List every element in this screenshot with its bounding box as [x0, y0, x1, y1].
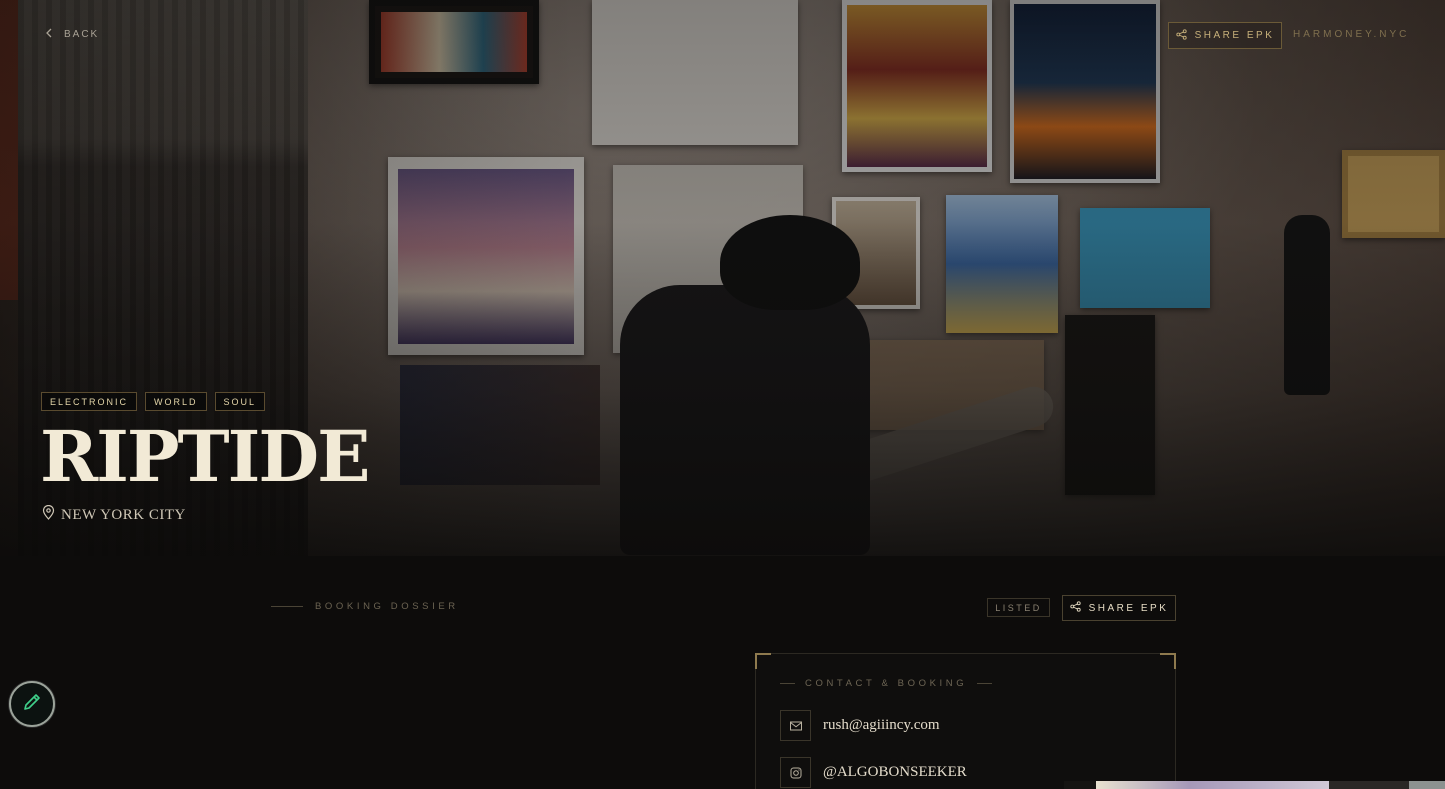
share-epk-button-top[interactable]: SHARE EPK	[1168, 22, 1282, 49]
email-address: rush@agiiincy.com	[823, 717, 940, 733]
pencil-icon	[21, 691, 43, 718]
back-button[interactable]: BACK	[44, 28, 99, 41]
artist-name: RIPTIDE	[40, 415, 370, 498]
contact-booking-heading: CONTACT & BOOKING	[780, 678, 993, 689]
chevron-left-icon	[44, 28, 54, 41]
card-corner	[755, 653, 771, 669]
genre-tag: ELECTRONIC	[41, 392, 138, 411]
hero-banner: BACK SHARE EPK HARMONEY.NYC ELECTRONIC W…	[0, 0, 1445, 556]
status-badge: LISTED	[987, 598, 1050, 617]
mail-icon	[780, 710, 811, 741]
genre-tags: ELECTRONIC WORLD SOUL	[41, 392, 266, 411]
instagram-contact-link[interactable]: @ALGOBONSEEKER	[780, 757, 967, 788]
edit-button[interactable]	[9, 681, 55, 727]
genre-tag: WORLD	[145, 392, 207, 411]
share-epk-label: SHARE EPK	[1088, 602, 1169, 614]
genre-tag: SOUL	[214, 392, 266, 411]
divider-line	[977, 683, 993, 684]
booking-dossier-label: BOOKING DOSSIER	[315, 601, 459, 612]
card-corner	[1160, 653, 1176, 669]
media-thumbnail-strip	[1064, 781, 1445, 789]
site-link[interactable]: HARMONEY.NYC	[1293, 29, 1409, 40]
map-pin-icon	[42, 504, 55, 525]
instagram-handle: @ALGOBONSEEKER	[823, 764, 967, 780]
share-icon	[1069, 601, 1081, 615]
share-epk-label: SHARE EPK	[1194, 30, 1275, 41]
location-label: NEW YORK CITY	[61, 506, 186, 523]
share-epk-button[interactable]: SHARE EPK	[1062, 595, 1176, 621]
email-contact-link[interactable]: rush@agiiincy.com	[780, 710, 940, 741]
instagram-icon	[780, 757, 811, 788]
artist-location: NEW YORK CITY	[42, 504, 186, 525]
divider-line	[271, 606, 303, 607]
divider-line	[780, 683, 795, 684]
booking-dossier-heading: BOOKING DOSSIER	[271, 601, 459, 612]
contact-booking-card: CONTACT & BOOKING rush@agiiincy.com @ALG…	[755, 653, 1176, 789]
back-button-label: BACK	[64, 29, 100, 40]
share-icon	[1175, 28, 1187, 43]
contact-booking-title: CONTACT & BOOKING	[805, 678, 968, 689]
